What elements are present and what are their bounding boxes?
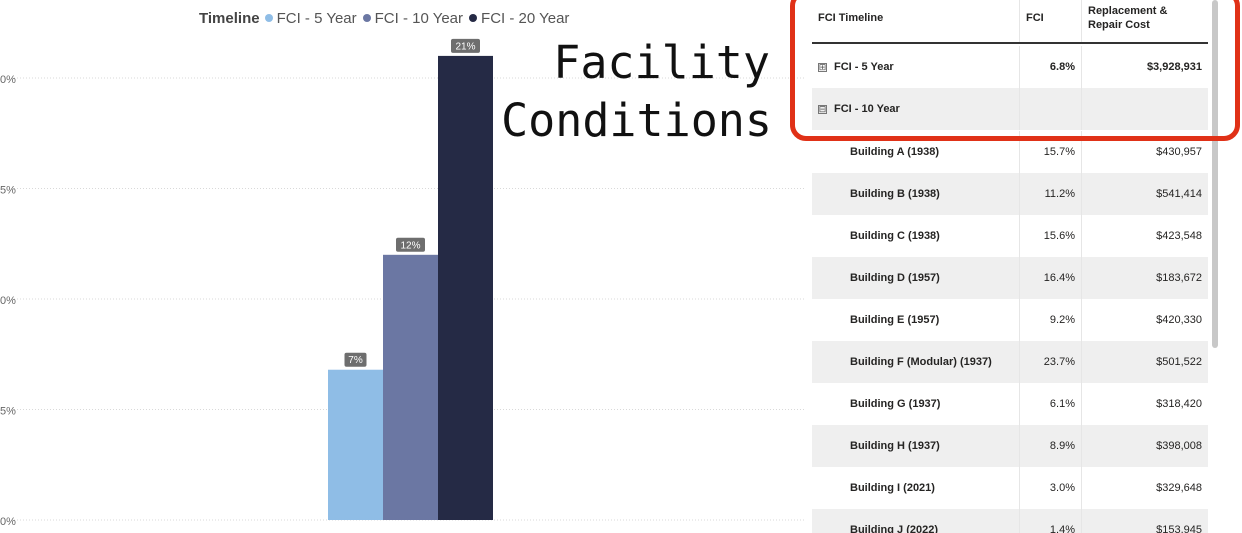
overlay-title-line1: Facility [553, 36, 770, 89]
table-row[interactable]: Building J (2022) 1.4% $153,945 [812, 509, 1208, 533]
y-tick-label: 5% [0, 185, 16, 197]
chart-legend: Timeline FCI - 5 Year FCI - 10 Year FCI … [199, 8, 575, 28]
table-row[interactable]: Building F (Modular) (1937) 23.7% $501,5… [812, 341, 1208, 383]
row-building: Building I (2021) [812, 467, 1020, 509]
table-row[interactable]: Building B (1938) 11.2% $541,414 [812, 173, 1208, 215]
table-row[interactable]: Building E (1957) 9.2% $420,330 [812, 299, 1208, 341]
row-building: Building J (2022) [812, 509, 1020, 533]
row-fci: 6.1% [1020, 383, 1082, 425]
row-fci: 15.6% [1020, 215, 1082, 257]
row-cost: $420,330 [1156, 314, 1202, 326]
row-building: Building G (1937) [812, 383, 1020, 425]
row-building: Building B (1938) [812, 173, 1020, 215]
report-canvas: 0% 5% 0% 5% 0% 7% 12% 21% Timeline FCI - 5 Year… [0, 0, 1242, 533]
row-fci: 16.4% [1020, 257, 1082, 299]
overlay-title-line2: Conditions [501, 94, 772, 147]
row-cost: $329,648 [1156, 482, 1202, 494]
legend-title: Timeline [199, 9, 260, 27]
row-building: Building F (Modular) (1937) [812, 341, 1020, 383]
legend-dot-icon [469, 14, 478, 22]
y-tick-label: 0% [0, 516, 16, 528]
legend-item-20-year[interactable]: FCI - 20 Year [469, 10, 569, 27]
bar-1 [328, 369, 383, 520]
overlay-title: Facility Conditions [448, 34, 778, 150]
row-cost: $318,420 [1156, 398, 1202, 410]
row-building: Building D (1957) [812, 257, 1020, 299]
legend-label: FCI - 10 Year [374, 9, 464, 27]
y-tick-label: 5% [0, 406, 16, 418]
row-fci: 23.7% [1020, 341, 1082, 383]
row-building: Building H (1937) [812, 425, 1020, 467]
table-row[interactable]: Building C (1938) 15.6% $423,548 [812, 215, 1208, 257]
row-fci: 8.9% [1020, 425, 1082, 467]
y-tick-label: 0% [0, 74, 16, 86]
legend-dot-icon [362, 14, 371, 22]
legend-dot-icon [264, 14, 273, 22]
legend-item-10-year[interactable]: FCI - 10 Year [362, 9, 464, 27]
row-fci: 3.0% [1020, 467, 1082, 509]
row-fci: 9.2% [1020, 299, 1082, 341]
legend-label: FCI - 20 Year [481, 9, 570, 27]
row-cost: $541,414 [1156, 188, 1202, 200]
table-row[interactable]: Building I (2021) 3.0% $329,648 [812, 467, 1208, 509]
legend-item-5-year[interactable]: FCI - 5 Year [264, 9, 357, 27]
row-building: Building C (1938) [812, 215, 1020, 257]
y-tick-label: 0% [0, 295, 16, 307]
row-fci: 1.4% [1020, 509, 1082, 533]
row-cost: $501,522 [1156, 356, 1202, 368]
table-row[interactable]: Building D (1957) 16.4% $183,672 [812, 257, 1208, 299]
row-cost: $423,548 [1156, 230, 1202, 242]
highlight-annotation-box [790, 0, 1240, 141]
row-building: Building E (1957) [812, 299, 1020, 341]
row-cost: $183,672 [1156, 272, 1202, 284]
data-label: 7% [348, 355, 363, 366]
row-fci: 11.2% [1020, 173, 1082, 215]
data-label: 12% [400, 240, 420, 251]
table-row[interactable]: Building H (1937) 8.9% $398,008 [812, 425, 1208, 467]
row-cost: $153,945 [1156, 524, 1202, 533]
bar-2 [383, 254, 438, 521]
row-cost: $398,008 [1156, 440, 1202, 452]
table-row[interactable]: Building G (1937) 6.1% $318,420 [812, 383, 1208, 425]
legend-label: FCI - 5 Year [276, 9, 357, 27]
